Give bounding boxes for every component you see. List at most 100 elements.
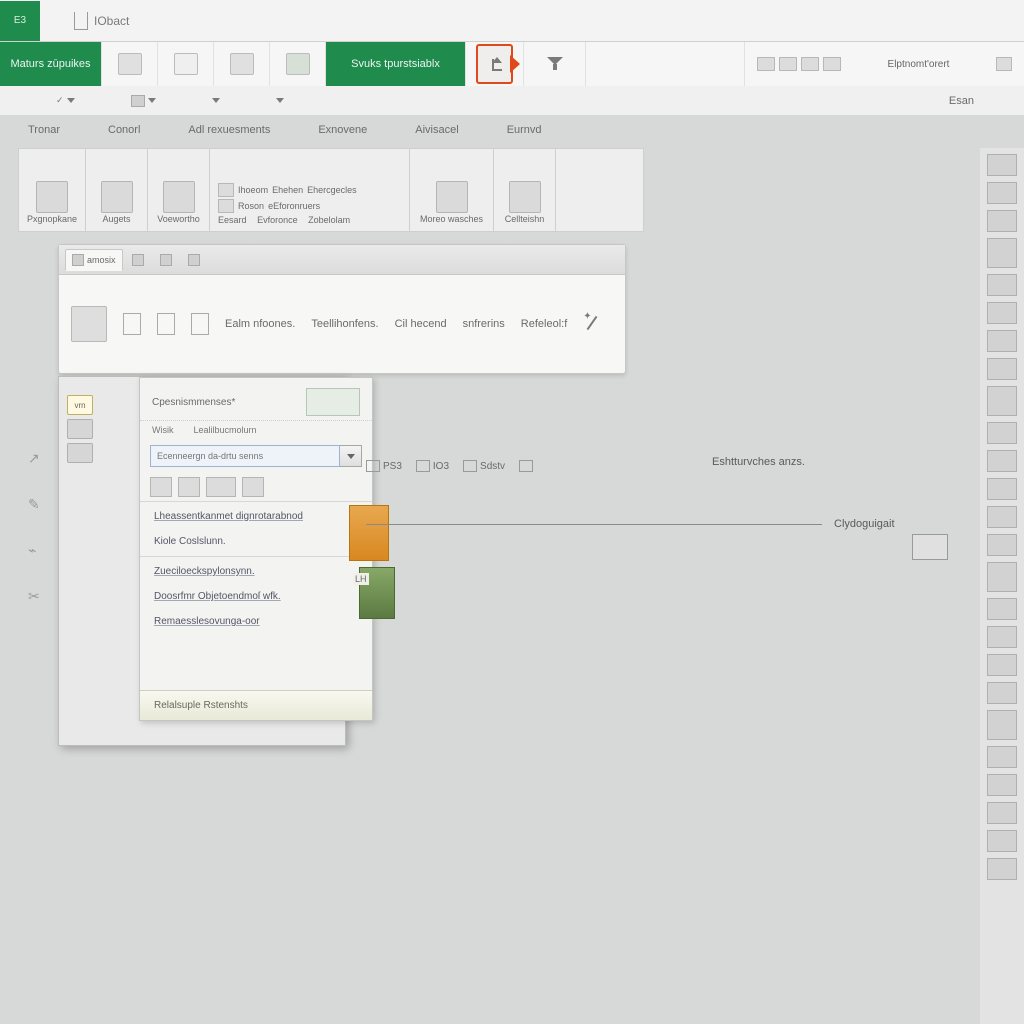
thumb-item[interactable] [987,386,1017,416]
ribbon-group-2[interactable]: Voewortho [148,149,210,231]
paste-icon [131,95,145,107]
floating-toolbar: amosix Ealm nfoones. Teellihonfens. Cil … [58,244,626,374]
canvas-drop-target[interactable] [912,534,948,560]
canvas-tab-3[interactable] [519,460,533,472]
thumb-item[interactable] [987,598,1017,620]
menu-item-3[interactable]: Doosrfmr Objetoendmoſ wfk. [140,584,372,609]
canvas-separator [366,524,822,525]
left-tool-2[interactable]: ✎ [28,496,44,512]
mini-icon-4[interactable] [823,57,841,71]
thumb-item[interactable] [987,626,1017,648]
canvas-tab-bar: PS3 IO3 Sdstv [366,454,533,478]
ribbon-group-4[interactable]: Moreo wasches [410,149,494,231]
thumb-item[interactable] [987,478,1017,500]
thumb-item[interactable] [987,682,1017,704]
tab-icon-4[interactable] [270,42,326,86]
thumb-item[interactable] [987,562,1017,592]
menu-item-1[interactable]: Kiole Coslslunn. [140,529,372,554]
thumb-item[interactable] [987,210,1017,232]
gallery-icon-large[interactable] [71,306,107,342]
search-input[interactable] [150,445,340,467]
thumb-item[interactable] [987,154,1017,176]
sec-tab-3[interactable]: Exnovene [308,120,377,140]
app-badge[interactable]: E3 [0,1,40,41]
tab-main[interactable]: Maturs zūpuikes [0,42,102,86]
popup-icon-1[interactable] [178,477,200,497]
popup-tb-2[interactable] [67,443,93,463]
thumb-item[interactable] [987,534,1017,556]
mini-icon-3[interactable] [801,57,819,71]
right-thumbnail-panel [980,148,1024,1024]
mini-icon-2[interactable] [779,57,797,71]
mini-icon-end[interactable] [996,57,1012,71]
thumb-item[interactable] [987,654,1017,676]
thumb-item[interactable] [987,182,1017,204]
popup-icon-0[interactable] [150,477,172,497]
menu-item-2[interactable]: Zueciloeckspylonsynn. [140,559,372,584]
tab-filter[interactable] [524,42,586,86]
canvas-drop-label: Clydoguigait [834,518,895,530]
thumb-item[interactable] [987,858,1017,880]
sec-tab-2[interactable]: Adl rexuesments [178,120,280,140]
gallery-icon-3[interactable] [191,313,209,335]
menu-item-footer[interactable]: Relalsuple Rstenshts [140,690,372,720]
qa-item-3[interactable] [212,98,220,103]
thumb-item[interactable] [987,330,1017,352]
thumb-item[interactable] [987,710,1017,740]
floating-tab-1[interactable] [125,249,151,271]
thumb-item[interactable] [987,450,1017,472]
ribbon-group-0[interactable]: Pxgnopk̇ane [19,149,86,231]
popup-header-thumbnail[interactable] [306,388,360,416]
canvas-title: Eshtturvches anzs. [712,456,805,468]
tab-icon-1[interactable] [102,42,158,86]
thumb-item[interactable] [987,802,1017,824]
tab-styles[interactable]: Svuks tpurstsiablx [326,42,466,86]
canvas-tab-2[interactable]: Sdstv [463,460,505,472]
floating-tab-3[interactable] [181,249,207,271]
search-go-button[interactable] [340,445,362,467]
menu-item-4[interactable]: Remaesslesovunga-oor [140,609,372,634]
thumb-item[interactable] [987,238,1017,268]
ribbon-group-1[interactable]: Augets [86,149,148,231]
qa-item-1[interactable]: ✓ [56,95,75,106]
sec-tab-4[interactable]: Aivisacel [405,120,468,140]
popup-badge[interactable]: vrn [67,395,93,415]
toolbar-label-a: Ealm nfoones. [225,318,295,330]
popup-tb-1[interactable] [67,419,93,439]
left-tool-1[interactable]: ↗ [28,450,44,466]
canvas-tab-1[interactable]: IO3 [416,460,449,472]
ribbon-group-5[interactable]: Cellteishn [494,149,556,231]
floating-tab-2[interactable] [153,249,179,271]
popup-icon-3[interactable] [242,477,264,497]
gallery-icon-1[interactable] [123,313,141,335]
thumb-item[interactable] [987,774,1017,796]
wand-icon[interactable] [583,315,601,333]
dropdown-popup: vrn Cpesnismmenses* Wisik Lealilbucmolur… [58,376,346,746]
gallery-icon-2[interactable] [157,313,175,335]
qa-item-4[interactable] [276,98,284,103]
menu-item-0[interactable]: Lheassentkanmet dignrotarabnod [140,504,372,529]
thumb-item[interactable] [987,358,1017,380]
preview-label: LH [353,573,369,585]
mini-icon-1[interactable] [757,57,775,71]
thumb-item[interactable] [987,274,1017,296]
left-tool-4[interactable]: ✂ [28,588,44,604]
qa-item-2[interactable] [131,95,156,107]
left-tool-3[interactable]: ⌁ [28,542,44,558]
thumb-item[interactable] [987,830,1017,852]
thumb-item[interactable] [987,746,1017,768]
quick-access-row: ✓ Esan [0,86,1024,116]
thumb-item[interactable] [987,302,1017,324]
thumb-item[interactable] [987,506,1017,528]
sec-tab-5[interactable]: Eurnvd [497,120,552,140]
preview-thumbnail-orange[interactable] [349,505,389,561]
tab-highlighted[interactable] [466,42,524,86]
sec-tab-1[interactable]: Conorl [98,120,150,140]
popup-icon-2[interactable] [206,477,236,497]
tab-icon-3[interactable] [214,42,270,86]
floating-tab-active[interactable]: amosix [65,249,123,271]
sec-tab-0[interactable]: Tronar [18,120,70,140]
thumb-item[interactable] [987,422,1017,444]
canvas-tab-0[interactable]: PS3 [366,460,402,472]
tab-icon-2[interactable] [158,42,214,86]
